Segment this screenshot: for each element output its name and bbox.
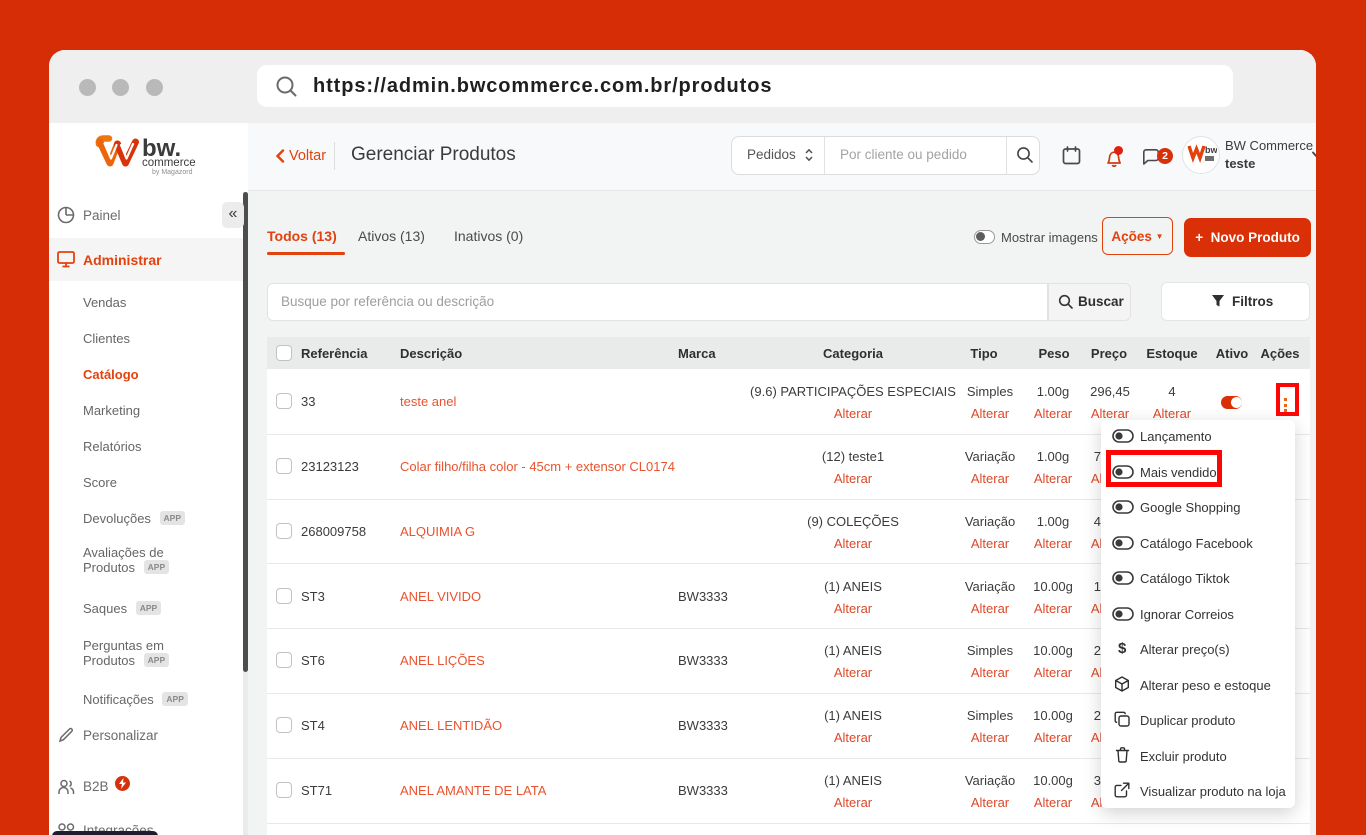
svg-text:by Magazord: by Magazord [152,169,193,176]
svg-text:commerce: commerce [142,157,196,169]
svg-text:bw: bw [1205,145,1217,155]
